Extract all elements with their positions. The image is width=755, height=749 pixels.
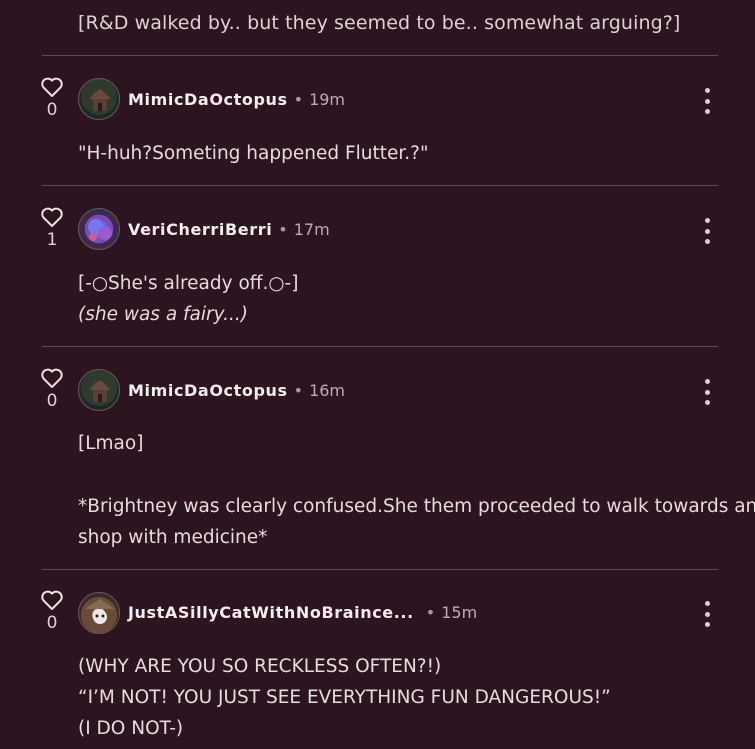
like-count: 0 (46, 100, 58, 120)
comment-meta: JustASillyCatWithNoBraince... • 15m (128, 603, 477, 622)
comment-text: "H-huh?Someting happened Flutter.?" (78, 143, 429, 164)
timestamp: 16m (309, 381, 346, 400)
divider (42, 346, 718, 347)
more-options-button[interactable] (700, 379, 714, 405)
like-button[interactable]: 0 (38, 76, 66, 120)
avatar[interactable] (78, 78, 120, 120)
comment-text: (WHY ARE YOU SO RECKLESS OFTEN?!) (78, 656, 442, 677)
more-options-button[interactable] (700, 601, 714, 627)
divider (42, 569, 718, 570)
username[interactable]: VeriCherriBerri (128, 220, 272, 239)
like-count: 0 (46, 613, 58, 633)
avatar-image (89, 380, 111, 402)
avatar-image (85, 599, 115, 624)
comment-meta: MimicDaOctopus • 16m (128, 381, 345, 400)
timestamp: 15m (441, 603, 478, 622)
timestamp: 17m (293, 220, 330, 239)
separator-dot: • (293, 381, 304, 400)
heart-outline-icon (41, 207, 63, 227)
comment-text: [-○She's already off.○-] (78, 273, 299, 294)
comment-text: (I DO NOT-) (78, 718, 184, 739)
comment-meta: VeriCherriBerri • 17m (128, 220, 330, 239)
vertical-ellipsis-icon (704, 218, 710, 223)
more-options-button[interactable] (700, 88, 714, 114)
comment-text: [Lmao] (78, 433, 144, 454)
vertical-ellipsis-icon (704, 379, 710, 384)
comment-text: “I’M NOT! YOU JUST SEE EVERYTHING FUN DA… (78, 687, 611, 708)
comment-text: *Brightney was clearly confused.She them… (78, 496, 755, 517)
like-button[interactable]: 0 (38, 589, 66, 633)
like-button[interactable]: 1 (38, 206, 66, 250)
username[interactable]: MimicDaOctopus (128, 90, 288, 109)
separator-dot: • (278, 220, 288, 239)
comment-meta: MimicDaOctopus • 19m (128, 90, 345, 109)
like-button[interactable]: 0 (38, 367, 66, 411)
like-count: 1 (46, 230, 58, 250)
heart-outline-icon (41, 77, 63, 97)
separator-dot: • (293, 90, 304, 109)
vertical-ellipsis-icon (704, 601, 710, 606)
avatar[interactable] (78, 592, 120, 634)
comment-text: (she was a fairy...) (78, 304, 249, 325)
previous-comment-text: [R&D walked by.. but they seemed to be..… (78, 12, 681, 34)
like-count: 0 (46, 391, 58, 411)
avatar-image (89, 89, 111, 111)
comment-text: shop with medicine* (78, 527, 268, 548)
heart-outline-icon (41, 368, 63, 388)
separator-dot: • (425, 603, 436, 622)
avatar[interactable] (78, 369, 120, 411)
username[interactable]: JustASillyCatWithNoBraince... (128, 603, 414, 622)
heart-outline-icon (41, 590, 63, 610)
timestamp: 19m (309, 90, 346, 109)
username[interactable]: MimicDaOctopus (128, 381, 288, 400)
more-options-button[interactable] (700, 218, 714, 244)
avatar-image (88, 219, 112, 241)
divider (42, 185, 718, 186)
divider (42, 55, 718, 56)
avatar[interactable] (78, 208, 120, 250)
vertical-ellipsis-icon (704, 88, 710, 93)
